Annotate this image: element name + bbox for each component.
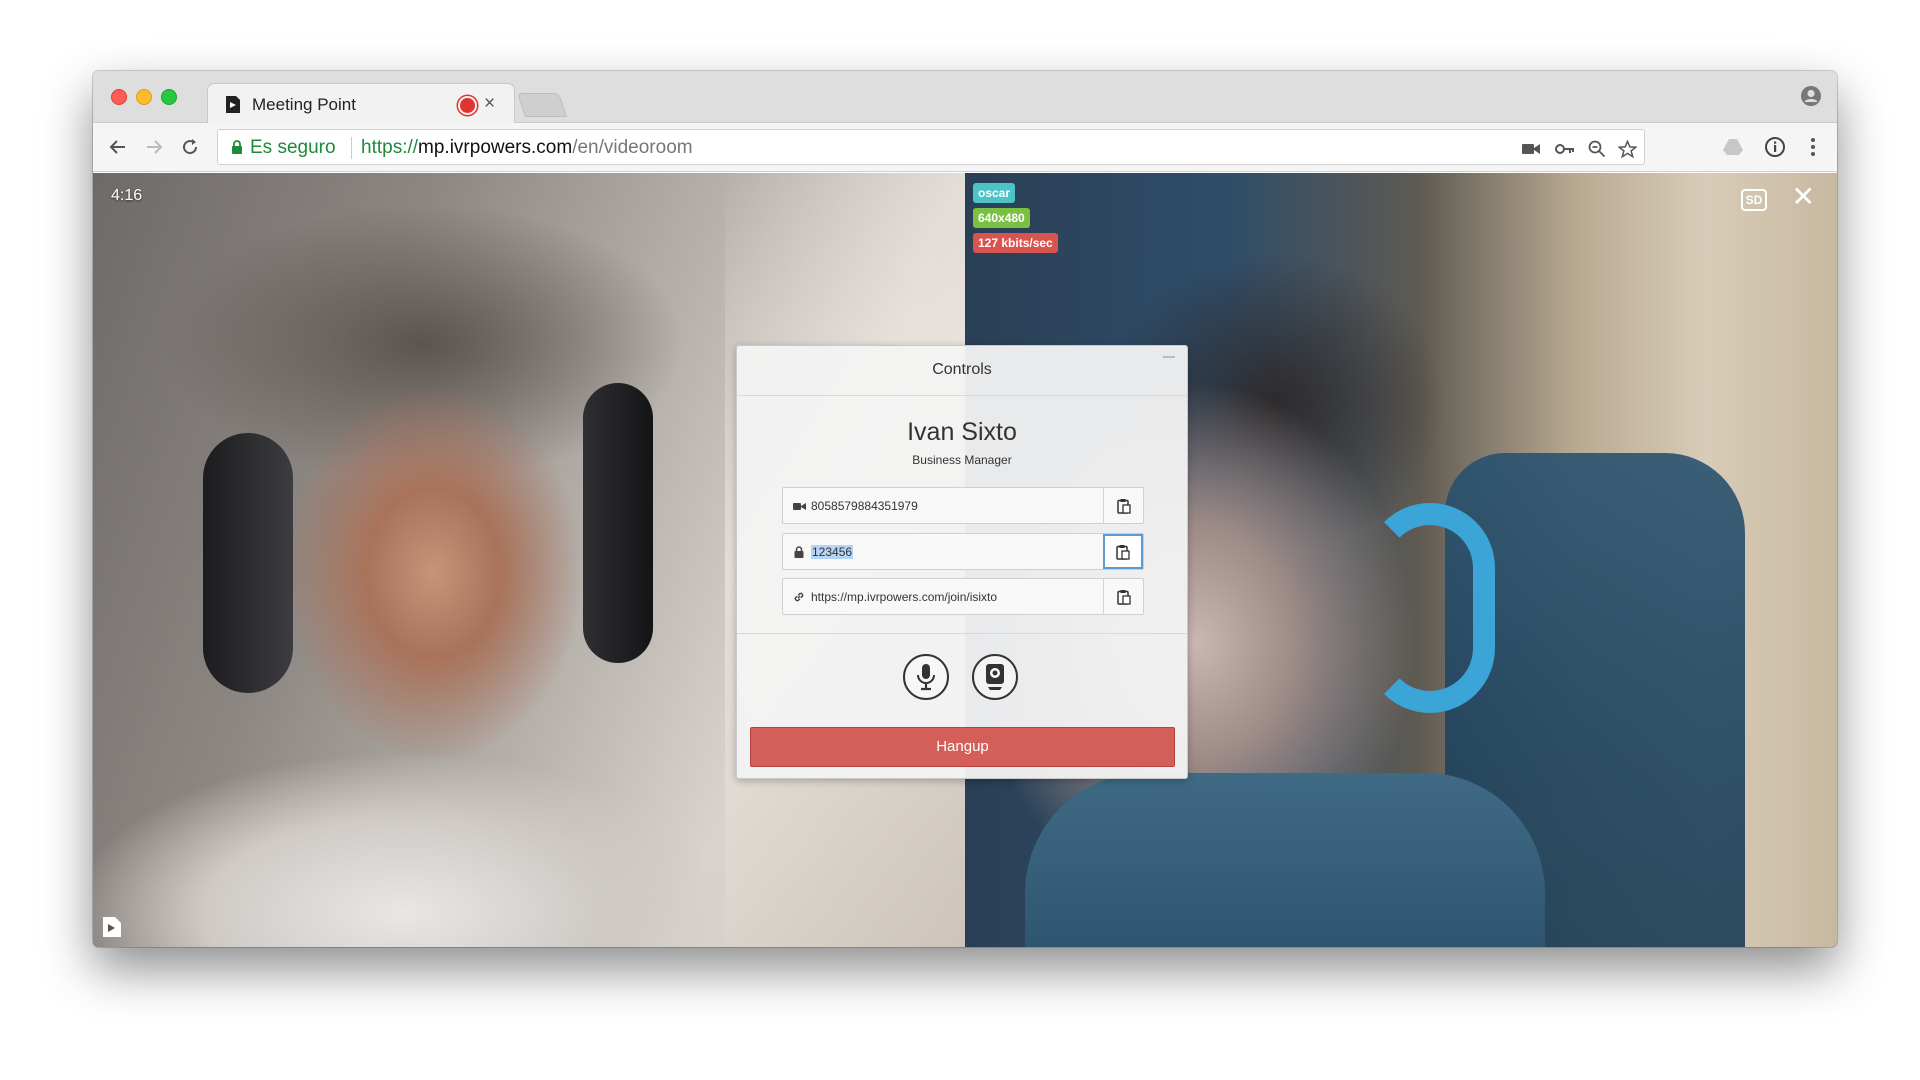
headphone-left-earcup xyxy=(203,433,293,693)
copy-join-link-button[interactable] xyxy=(1103,579,1143,614)
url-scheme: https:// xyxy=(361,137,419,158)
controls-header: Controls xyxy=(737,346,1187,396)
remote-shirt xyxy=(1025,773,1545,947)
tab-title: Meeting Point xyxy=(252,95,356,114)
copy-pin-button[interactable] xyxy=(1103,534,1143,569)
videoroom-content: 4:16 oscar 640x480 127 kbits/sec SD ✕ Co… xyxy=(93,173,1837,947)
reload-button[interactable] xyxy=(177,134,203,160)
join-link-field[interactable]: https://mp.ivrpowers.com/join/isixto xyxy=(782,578,1144,615)
headphone-right-earcup xyxy=(583,383,653,663)
url-host: mp.ivrpowers.com xyxy=(418,137,573,158)
browser-menu-button[interactable] xyxy=(1801,135,1825,159)
lock-icon xyxy=(792,545,806,559)
join-link-value[interactable]: https://mp.ivrpowers.com/join/isixto xyxy=(811,590,997,604)
drive-extension-button[interactable] xyxy=(1721,135,1745,159)
profile-icon[interactable] xyxy=(1800,85,1822,107)
forward-button[interactable] xyxy=(141,134,167,160)
blue-headset xyxy=(1365,503,1495,713)
call-timer: 4:16 xyxy=(111,187,143,204)
reload-icon xyxy=(183,139,198,155)
window-maximize-button[interactable] xyxy=(161,89,177,105)
remote-user-badge: oscar xyxy=(973,183,1016,203)
clipboard-icon xyxy=(1116,589,1131,605)
controls-panel: Controls Ivan Sixto Business Manager 805… xyxy=(736,345,1188,779)
clipboard-icon xyxy=(1116,498,1131,514)
room-id-field[interactable]: 8058579884351979 xyxy=(782,487,1144,524)
key-icon xyxy=(1555,144,1574,154)
remote-stats-badges: oscar 640x480 127 kbits/sec xyxy=(973,183,1058,258)
copy-room-id-button[interactable] xyxy=(1103,488,1143,523)
bookmark-button[interactable] xyxy=(1616,138,1638,160)
close-video-icon[interactable]: ✕ xyxy=(1792,183,1815,211)
forward-arrow-icon xyxy=(147,140,163,154)
pin-value[interactable]: 123456 xyxy=(811,545,854,559)
kebab-menu-icon xyxy=(1811,138,1815,156)
drive-icon xyxy=(1723,139,1743,155)
info-circle-icon xyxy=(1765,137,1785,157)
back-arrow-icon xyxy=(109,140,125,154)
tab-close-icon[interactable]: × xyxy=(484,93,495,115)
omnibox-divider xyxy=(351,137,352,159)
back-button[interactable] xyxy=(105,134,131,160)
camera-permission-button[interactable] xyxy=(1520,138,1542,160)
meeting-point-favicon-icon xyxy=(226,96,240,113)
link-icon xyxy=(792,590,806,604)
tab-bar: Meeting Point × xyxy=(93,71,1837,124)
controls-divider xyxy=(737,633,1187,634)
url-path: /en/videoroom xyxy=(572,137,693,158)
webcam-icon xyxy=(986,664,1004,690)
microphone-icon xyxy=(917,664,935,691)
meeting-point-logo-icon xyxy=(103,917,121,937)
zoom-button[interactable] xyxy=(1586,138,1608,160)
controls-title: Controls xyxy=(932,361,992,378)
security-label: Es seguro xyxy=(250,137,336,158)
info-extension-button[interactable] xyxy=(1763,135,1787,159)
tab-meeting-point[interactable]: Meeting Point × xyxy=(207,83,515,124)
star-icon xyxy=(1617,139,1637,158)
toggle-camera-button[interactable] xyxy=(972,654,1018,700)
url-text: https://mp.ivrpowers.com/en/videoroom xyxy=(361,137,693,159)
browser-toolbar: Es seguro https://mp.ivrpowers.com/en/vi… xyxy=(93,123,1837,172)
room-id-value[interactable]: 8058579884351979 xyxy=(811,499,918,513)
recording-indicator-icon xyxy=(460,98,475,113)
saved-password-button[interactable] xyxy=(1554,138,1576,160)
window-close-button[interactable] xyxy=(111,89,127,105)
pin-field[interactable]: 123456 xyxy=(782,533,1144,570)
video-camera-icon xyxy=(792,499,806,513)
resolution-badge: 640x480 xyxy=(973,208,1030,228)
address-bar[interactable]: Es seguro https://mp.ivrpowers.com/en/vi… xyxy=(217,129,1645,165)
bitrate-badge: 127 kbits/sec xyxy=(973,233,1058,253)
user-role: Business Manager xyxy=(912,453,1012,467)
browser-window: Meeting Point × Es seguro https://mp.ivr… xyxy=(93,71,1837,947)
video-camera-icon xyxy=(1522,144,1540,154)
window-minimize-button[interactable] xyxy=(136,89,152,105)
quality-toggle-button[interactable]: SD xyxy=(1741,189,1767,211)
toggle-microphone-button[interactable] xyxy=(903,654,949,700)
zoom-out-icon xyxy=(1588,140,1606,158)
clipboard-icon xyxy=(1116,544,1130,560)
lock-icon xyxy=(232,140,242,154)
minimize-panel-icon[interactable] xyxy=(1163,356,1175,358)
user-name: Ivan Sixto xyxy=(907,418,1017,446)
hangup-button[interactable]: Hangup xyxy=(750,727,1175,767)
new-tab-button[interactable] xyxy=(517,93,567,117)
